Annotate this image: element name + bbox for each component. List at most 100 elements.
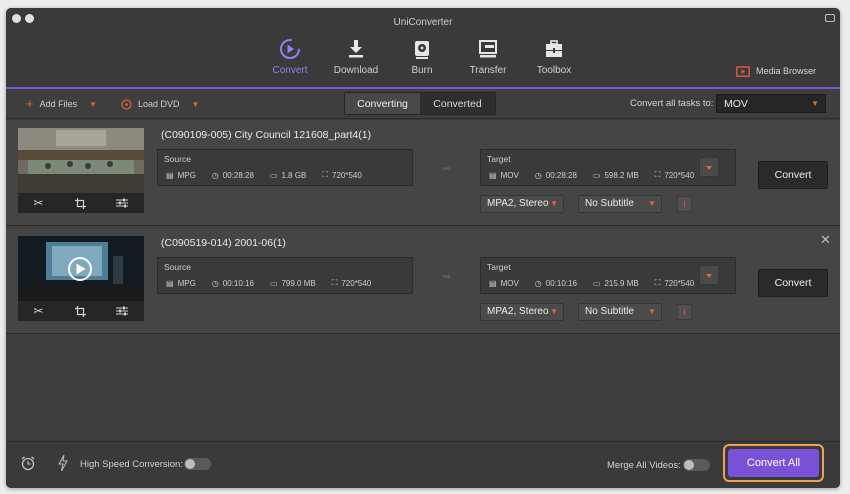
resolution-icon: ⛶ [654,278,661,287]
crop-icon[interactable] [74,305,86,317]
resolution-icon: ⛶ [331,278,338,287]
target-duration: 00:10:16 [545,278,577,288]
folder-icon: ▭ [269,278,278,288]
target-format-dropdown[interactable] [699,265,719,285]
target-info: Target ▤ MOV ◷ 00:10:16 ▭ 215.9 MB ⛶ 720*540 [480,257,736,294]
crop-icon[interactable] [74,197,86,209]
source-caption: Source [164,154,191,164]
subtitle-value: No Subtitle [585,306,634,317]
target-caption: Target [487,262,511,272]
convert-button[interactable]: Convert [758,161,828,189]
burn-icon [415,41,429,59]
file-list: ✂ (C090109-005) City Council 121608_part… [6,120,840,440]
effects-sliders-icon[interactable] [116,198,129,208]
source-format: MPG [177,170,196,180]
app-window: UniConverter Convert Download Burn Trans… [6,8,840,488]
file-title: (C090109-005) City Council 121608_part4(… [161,129,372,141]
status-tabs: Converting Converted [344,92,496,115]
alarm-clock-icon[interactable] [20,455,36,471]
media-browser-label: Media Browser [756,66,817,76]
nav-convert[interactable]: Convert [255,38,325,76]
source-info: Source ▤ MPG ◷ 00:28:28 ▭ 1.8 GB ⛶ 720*540 [157,149,413,186]
source-format: MPG [177,278,196,288]
trim-scissors-icon[interactable]: ✂ [33,196,43,210]
tab-converted[interactable]: Converted [420,93,495,114]
add-files-button[interactable]: + Add Files ▼ [26,97,97,111]
add-files-chevron-down-icon[interactable]: ▼ [89,100,97,109]
target-details: ▤ MOV ◷ 00:10:16 ▭ 215.9 MB ⛶ 720*540 [489,278,694,288]
load-dvd-button[interactable]: Load DVD ▼ [121,97,199,111]
output-format-select[interactable]: MOV ▼ [716,94,826,113]
subtitle-dropdown[interactable]: No Subtitle ▼ [578,303,662,321]
resolution-icon: ⛶ [322,170,328,179]
film-icon: ▤ [166,170,174,180]
source-info: Source ▤ MPG ◷ 00:10:16 ▭ 799.0 MB ⛶ 720*540 [157,257,413,294]
effects-sliders-icon[interactable] [116,306,129,316]
download-icon [349,40,363,58]
target-size: 215.9 MB [604,278,639,288]
folder-icon: ▭ [592,170,601,180]
transfer-icon [479,40,497,58]
film-icon: ▤ [166,278,174,288]
target-duration: 00:28:28 [545,170,577,180]
file-info-button[interactable]: i [677,304,692,320]
source-caption: Source [164,262,191,272]
thumbnail-tools: ✂ [18,301,144,321]
convert-all-button[interactable]: Convert All [723,444,824,482]
chevron-down-icon: ▼ [811,99,819,108]
high-speed-toggle[interactable] [184,458,211,470]
video-thumbnail[interactable]: ✂ [18,236,144,321]
add-files-label: Add Files [39,99,78,109]
feedback-icon[interactable] [825,14,835,22]
target-size: 598.2 MB [604,170,639,180]
target-format-dropdown[interactable] [699,157,719,177]
merge-videos-label: Merge All Videos: [607,460,681,471]
chevron-down-icon: ▼ [648,307,656,316]
folder-icon: ▭ [269,170,278,180]
video-thumbnail[interactable]: ✂ [18,128,144,213]
remove-file-close-icon[interactable]: ✕ [820,232,831,248]
target-details: ▤ MOV ◷ 00:28:28 ▭ 598.2 MB ⛶ 720*540 [489,170,694,180]
media-browser-button[interactable]: Media Browser [736,64,816,78]
nav-download[interactable]: Download [321,38,391,76]
target-format: MOV [500,170,519,180]
app-title: UniConverter [393,17,453,28]
load-dvd-label: Load DVD [138,99,180,109]
convert-all-label: Convert All [728,449,819,477]
audio-track-dropdown[interactable]: MPA2, Stereo ▼ [480,303,564,321]
clock-icon: ◷ [534,278,542,288]
trim-scissors-icon[interactable]: ✂ [33,304,43,318]
media-browser-icon [736,66,750,77]
film-icon: ▤ [489,278,497,288]
arrow-right-icon: ➡ [442,271,452,283]
file-row: ✂ (C090519-014) 2001-06(1) ✕ Source ▤ MPG… [6,228,840,334]
file-info-button[interactable]: i [677,196,692,212]
subtitle-dropdown[interactable]: No Subtitle ▼ [578,195,662,213]
source-details: ▤ MPG ◷ 00:10:16 ▭ 799.0 MB ⛶ 720*540 [166,278,371,288]
convert-button[interactable]: Convert [758,269,828,297]
audio-track-dropdown[interactable]: MPA2, Stereo ▼ [480,195,564,213]
nav-transfer[interactable]: Transfer [453,38,523,76]
film-icon: ▤ [489,170,497,180]
subtitle-value: No Subtitle [585,198,634,209]
clock-icon: ◷ [211,170,219,180]
source-details: ▤ MPG ◷ 00:28:28 ▭ 1.8 GB ⛶ 720*540 [166,170,362,180]
target-resolution: 720*540 [664,278,695,288]
video-preview-image [18,236,144,301]
load-dvd-chevron-down-icon[interactable]: ▼ [192,100,200,109]
source-resolution: 720*540 [332,170,362,180]
source-resolution: 720*540 [341,278,372,288]
title-bar: UniConverter Convert Download Burn Trans… [6,8,840,88]
lightning-icon [58,455,68,471]
file-title: (C090519-014) 2001-06(1) [161,237,286,249]
nav-burn[interactable]: Burn [387,38,457,76]
target-info: Target ▤ MOV ◷ 00:28:28 ▭ 598.2 MB ⛶ 720*540 [480,149,736,186]
tab-converting[interactable]: Converting [345,93,420,114]
file-row: ✂ (C090109-005) City Council 121608_part… [6,120,840,226]
dvd-icon [121,98,132,110]
convert-all-tasks-label: Convert all tasks to: [630,98,714,109]
resolution-icon: ⛶ [654,170,661,179]
nav-toolbox[interactable]: Toolbox [519,38,589,76]
merge-videos-toggle[interactable] [683,459,710,471]
clock-icon: ◷ [211,278,219,288]
